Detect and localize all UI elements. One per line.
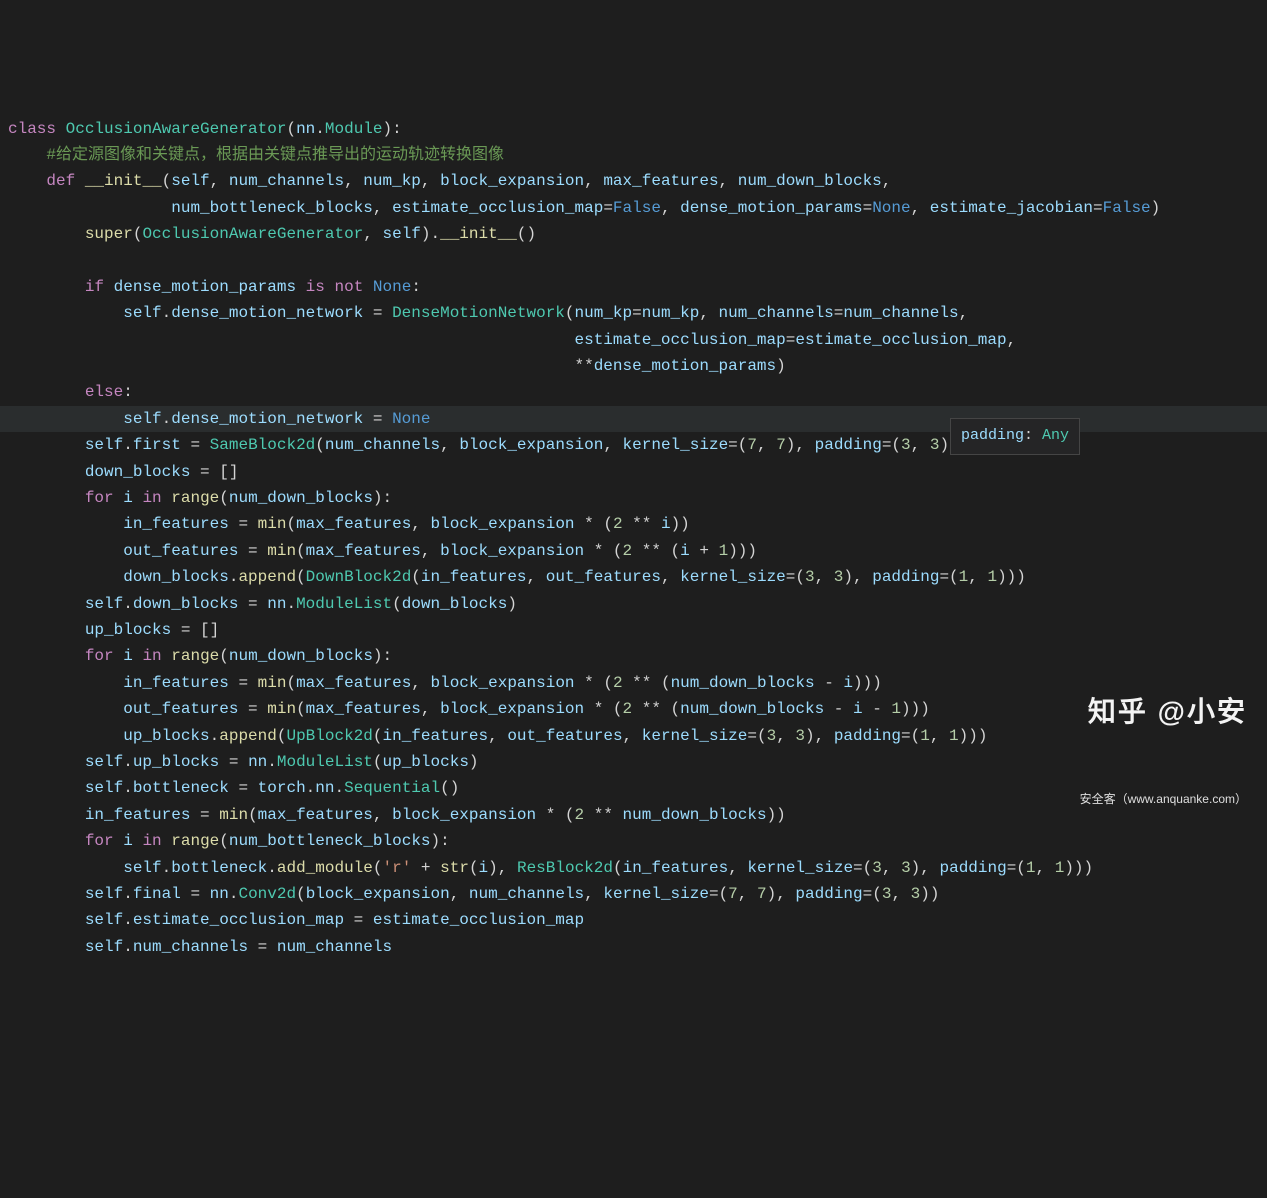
code-line: self.dense_motion_network = DenseMotionN… [8,304,968,322]
code-editor[interactable]: class OcclusionAwareGenerator(nn.Module)… [8,116,1267,961]
code-line: for i in range(num_bottleneck_blocks): [8,832,450,850]
code-line-highlighted: self.dense_motion_network = None [0,406,1267,432]
blank-line [8,252,18,270]
code-line: num_bottleneck_blocks, estimate_occlusio… [8,199,1160,217]
code-line: else: [8,383,133,401]
code-line: **dense_motion_params) [8,357,786,375]
code-line: in_features = min(max_features, block_ex… [8,515,690,533]
code-line: if dense_motion_params is not None: [8,278,421,296]
code-line: down_blocks.append(DownBlock2d(in_featur… [8,568,1026,586]
code-line: for i in range(num_down_blocks): [8,489,392,507]
code-line: in_features = min(max_features, block_ex… [8,806,786,824]
code-line: up_blocks.append(UpBlock2d(in_features, … [8,727,987,745]
code-line: self.estimate_occlusion_map = estimate_o… [8,911,584,929]
code-line: #给定源图像和关键点，根据由关键点推导出的运动轨迹转换图像 [8,146,504,164]
code-line: self.bottleneck.add_module('r' + str(i),… [8,859,1093,877]
code-line: self.num_channels = num_channels [8,938,392,956]
code-line: estimate_occlusion_map=estimate_occlusio… [8,331,1016,349]
code-line: self.final = nn.Conv2d(block_expansion, … [8,885,939,903]
code-line: down_blocks = [] [8,463,238,481]
code-line: self.down_blocks = nn.ModuleList(down_bl… [8,595,517,613]
code-line: in_features = min(max_features, block_ex… [8,674,882,692]
code-line: self.up_blocks = nn.ModuleList(up_blocks… [8,753,479,771]
code-line: out_features = min(max_features, block_e… [8,542,757,560]
code-line: class OcclusionAwareGenerator(nn.Module)… [8,120,402,138]
code-line: out_features = min(max_features, block_e… [8,700,930,718]
comment: #给定源图像和关键点，根据由关键点推导出的运动轨迹转换图像 [46,146,504,164]
code-line: self.first = SameBlock2d(num_channels, b… [8,436,959,454]
code-line: def __init__(self, num_channels, num_kp,… [8,172,891,190]
class-name: OcclusionAwareGenerator [66,120,287,138]
code-line: self.bottleneck = torch.nn.Sequential() [8,779,459,797]
code-line: super(OcclusionAwareGenerator, self).__i… [8,225,536,243]
code-line: up_blocks = [] [8,621,219,639]
keyword-class: class [8,120,56,138]
code-line: for i in range(num_down_blocks): [8,647,392,665]
